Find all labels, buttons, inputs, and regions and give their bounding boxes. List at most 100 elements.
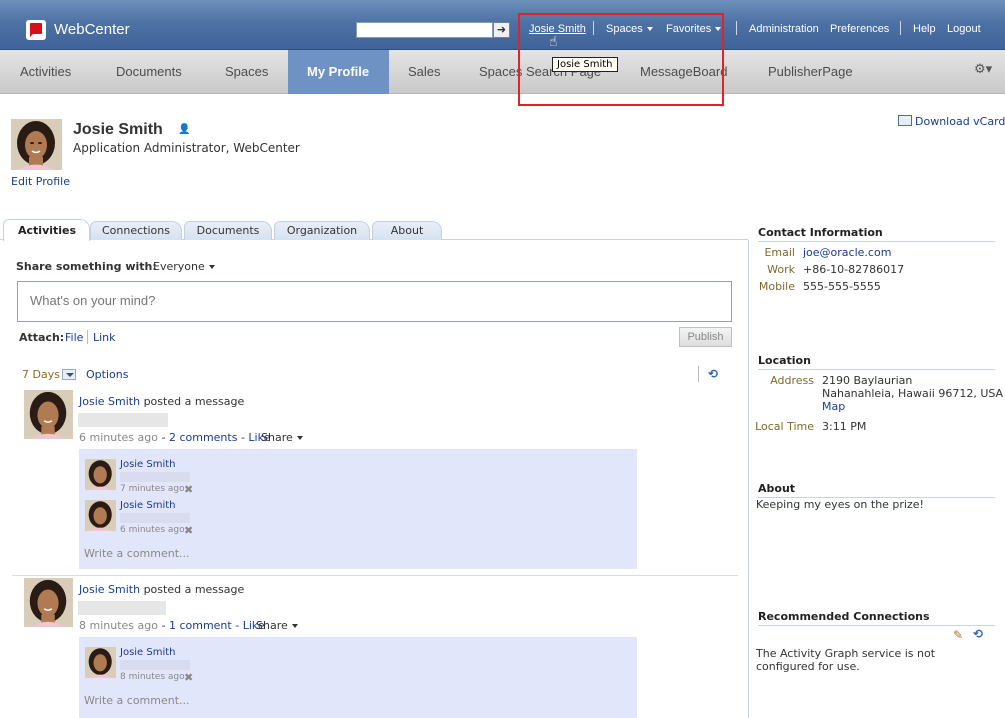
write-comment-input[interactable]: Write a comment... xyxy=(84,547,190,560)
profile-avatar xyxy=(11,119,62,170)
section-rule xyxy=(758,369,995,370)
address-line-2: Nahanahleia, Hawaii 96712, USA xyxy=(822,387,1004,400)
refresh-icon[interactable]: ⟲ xyxy=(973,627,983,641)
profile-name: Josie Smith xyxy=(73,121,163,138)
header-separator xyxy=(900,21,901,35)
meta-separator: - xyxy=(237,431,249,444)
write-comment-input[interactable]: Write a comment... xyxy=(84,694,190,707)
webcenter-logo-icon xyxy=(26,20,46,40)
comments-link[interactable]: 2 comments xyxy=(169,431,238,444)
address-line-1: 2190 Baylaurian xyxy=(822,374,913,387)
map-link[interactable]: Map xyxy=(822,400,845,413)
days-filter-dropdown[interactable] xyxy=(62,369,76,380)
delete-icon[interactable]: ✖ xyxy=(184,671,193,684)
logout-link[interactable]: Logout xyxy=(947,23,981,35)
tab-activities[interactable]: Activities xyxy=(3,219,90,241)
meta-separator: - xyxy=(231,619,243,632)
options-link[interactable]: Options xyxy=(86,368,128,381)
comment-author-link[interactable]: Josie Smith xyxy=(120,500,176,511)
post-meta: 6 minutes ago - 2 comments - Like xyxy=(79,431,270,444)
post-author-link[interactable]: Josie Smith xyxy=(79,395,140,408)
about-section-title: About xyxy=(758,482,796,495)
local-time-label: Local Time xyxy=(755,420,814,433)
download-vcard-label: Download vCard xyxy=(915,115,1005,128)
meta-separator: - xyxy=(157,619,169,632)
nav-item-publisherpage[interactable]: PublisherPage xyxy=(768,64,853,79)
help-link[interactable]: Help xyxy=(913,23,936,35)
comment-time: 7 minutes ago xyxy=(120,484,185,494)
share-menu[interactable]: Share xyxy=(256,619,298,632)
email-label: Email xyxy=(764,246,795,259)
work-label: Work xyxy=(767,263,795,276)
gear-icon[interactable]: ⚙▾ xyxy=(974,62,992,77)
attach-file-link[interactable]: File xyxy=(65,331,83,344)
hand-cursor-icon: ☝ xyxy=(549,34,558,50)
attach-label: Attach: xyxy=(19,331,65,344)
nav-item-activities[interactable]: Activities xyxy=(20,64,71,79)
profile-title: Application Administrator, WebCenter xyxy=(73,141,300,155)
post-action: posted a message xyxy=(140,395,245,408)
nav-item-documents[interactable]: Documents xyxy=(116,64,182,79)
attach-link-link[interactable]: Link xyxy=(93,331,116,344)
search-go-button[interactable]: ➜ xyxy=(493,22,510,38)
refresh-icon[interactable]: ⟲ xyxy=(708,367,718,381)
post-meta: 8 minutes ago - 1 comment - Like xyxy=(79,619,265,632)
comment-text-redacted xyxy=(120,472,190,482)
nav-item-my-profile[interactable]: My Profile xyxy=(288,50,389,94)
administration-link[interactable]: Administration xyxy=(749,23,819,35)
comment-author-link[interactable]: Josie Smith xyxy=(120,647,176,658)
attach-separator xyxy=(87,330,88,344)
post-action: posted a message xyxy=(140,583,245,596)
search-input[interactable] xyxy=(356,22,493,38)
edit-pencil-icon[interactable]: ✎ xyxy=(953,628,963,642)
share-audience-select[interactable]: Everyone xyxy=(153,260,215,273)
delete-icon[interactable]: ✖ xyxy=(184,524,193,537)
post-time: 6 minutes ago xyxy=(79,431,158,444)
post-header: Josie Smith posted a message xyxy=(79,583,244,596)
comment-author-link[interactable]: Josie Smith xyxy=(120,459,176,470)
avatar xyxy=(24,578,73,627)
preferences-link[interactable]: Preferences xyxy=(830,23,889,35)
email-link[interactable]: joe@oracle.com xyxy=(803,246,891,259)
presence-status-icon: 👤 xyxy=(178,124,191,135)
share-menu-label: Share xyxy=(261,431,293,444)
share-audience-value: Everyone xyxy=(153,260,205,273)
comment-time: 6 minutes ago xyxy=(120,525,185,535)
avatar xyxy=(85,459,116,490)
chevron-down-icon xyxy=(291,624,298,628)
mobile-phone: 555-555-5555 xyxy=(803,280,881,293)
chevron-down-icon xyxy=(208,265,215,269)
nav-item-label: My Profile xyxy=(307,64,370,79)
tab-documents[interactable]: Documents xyxy=(184,221,272,240)
contact-section-title: Contact Information xyxy=(758,226,883,239)
post-divider xyxy=(12,575,738,576)
location-section-title: Location xyxy=(758,354,811,367)
post-author-link[interactable]: Josie Smith xyxy=(79,583,140,596)
user-tooltip: Josie Smith xyxy=(552,57,618,72)
comment-text-redacted xyxy=(120,513,190,523)
publish-button[interactable]: Publish xyxy=(679,327,732,347)
tab-organization[interactable]: Organization xyxy=(274,221,370,240)
comment-text-redacted xyxy=(120,660,190,670)
days-filter-value: 7 Days xyxy=(22,368,60,381)
nav-item-spaces[interactable]: Spaces xyxy=(225,64,268,79)
tab-connections[interactable]: Connections xyxy=(90,221,182,240)
share-menu[interactable]: Share xyxy=(261,431,303,444)
download-vcard-link[interactable]: Download vCard xyxy=(898,115,1005,128)
comments-link[interactable]: 1 comment xyxy=(169,619,232,632)
section-rule xyxy=(758,625,995,626)
recommended-section-title: Recommended Connections xyxy=(758,610,930,623)
mobile-label: Mobile xyxy=(758,280,795,293)
local-time-value: 3:11 PM xyxy=(822,420,867,433)
nav-item-sales[interactable]: Sales xyxy=(408,64,441,79)
status-input[interactable]: What's on your mind? xyxy=(17,281,732,322)
edit-profile-link[interactable]: Edit Profile xyxy=(11,175,70,188)
work-phone: +86-10-82786017 xyxy=(803,263,905,276)
post-header: Josie Smith posted a message xyxy=(79,395,244,408)
chevron-down-icon xyxy=(296,436,303,440)
tab-about[interactable]: About xyxy=(372,221,442,240)
post-message-redacted xyxy=(78,601,166,615)
meta-separator: - xyxy=(157,431,169,444)
delete-icon[interactable]: ✖ xyxy=(184,483,193,496)
column-divider xyxy=(748,240,749,718)
